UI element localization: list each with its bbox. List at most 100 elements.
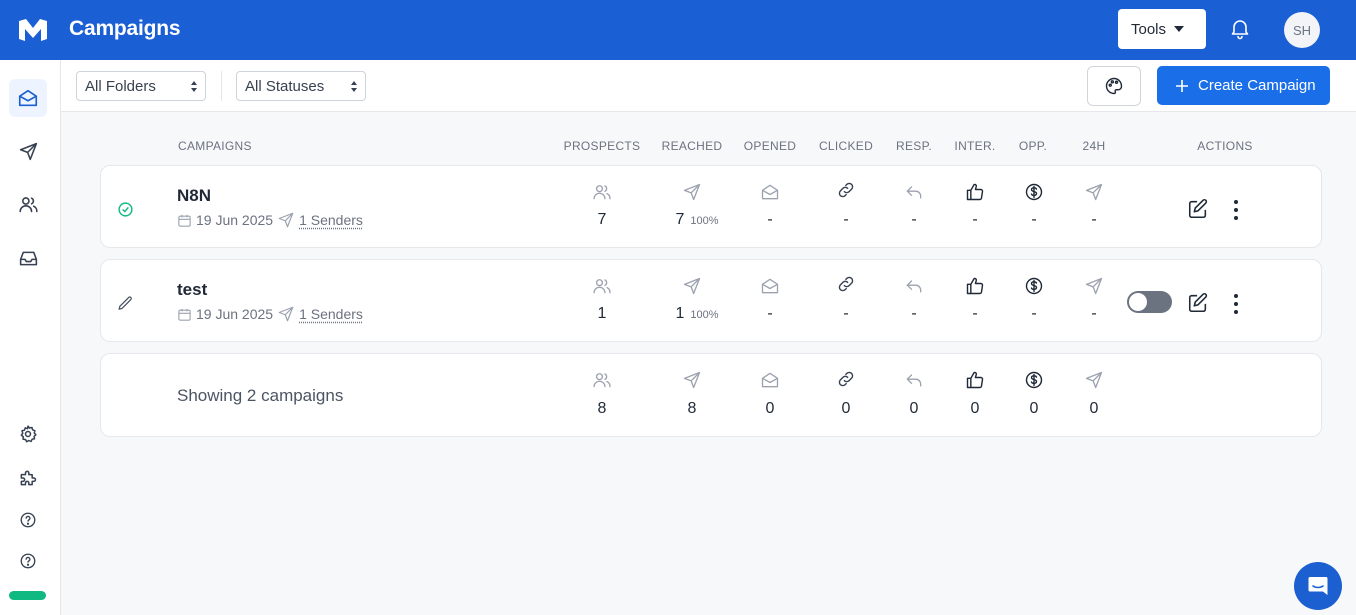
more-options-icon[interactable] — [1233, 200, 1239, 220]
sidebar-item-sequences[interactable] — [9, 132, 47, 170]
send-icon — [1085, 277, 1103, 295]
calendar-icon — [178, 214, 191, 227]
dollar-circle-icon — [1025, 183, 1043, 201]
campaign-date: 19 Jun 2025 — [196, 212, 274, 228]
opportunities-count: - — [1031, 211, 1037, 228]
interested-count: - — [972, 305, 978, 322]
campaign-row[interactable]: N8N 19 Jun 2025 1 Senders 7 7 100% - - - … — [100, 165, 1322, 248]
campaign-name[interactable]: N8N — [177, 186, 211, 206]
sidebar-item-inbox[interactable] — [9, 239, 47, 277]
total-clicked: 0 — [841, 400, 851, 417]
edit-icon[interactable] — [1187, 198, 1209, 220]
sidebar — [0, 60, 61, 615]
col-opened[interactable]: OPENED — [744, 139, 796, 153]
col-24h[interactable]: 24H — [1083, 139, 1106, 153]
dollar-circle-icon — [1025, 371, 1043, 389]
campaign-toggle[interactable] — [1127, 291, 1172, 313]
pencil-icon — [118, 296, 132, 310]
bell-icon[interactable] — [1228, 16, 1252, 40]
prospects-count: 7 — [597, 211, 607, 228]
send-icon — [1085, 183, 1103, 201]
col-reached[interactable]: REACHED — [662, 139, 723, 153]
top-bar: Campaigns Tools SH — [0, 0, 1356, 60]
status-indicator[interactable] — [9, 591, 46, 600]
check-circle-icon — [118, 202, 133, 217]
send-icon — [19, 142, 37, 160]
prospects-count: 1 — [597, 305, 607, 322]
plus-icon — [1176, 79, 1188, 92]
last-24h-count: - — [1091, 305, 1097, 322]
send-icon — [278, 212, 294, 228]
sidebar-item-help[interactable] — [9, 501, 47, 539]
folder-select-value: All Folders — [85, 77, 156, 95]
folder-select[interactable]: All Folders — [76, 71, 206, 101]
chat-launcher-button[interactable] — [1294, 562, 1342, 610]
create-campaign-button[interactable]: Create Campaign — [1157, 66, 1330, 105]
col-opp[interactable]: OPP. — [1019, 139, 1047, 153]
responded-count: - — [911, 305, 917, 322]
support-icon — [20, 553, 36, 569]
tools-dropdown-button[interactable]: Tools — [1118, 9, 1206, 49]
opened-count: - — [767, 305, 773, 322]
sidebar-item-integrations[interactable] — [9, 459, 47, 497]
envelope-open-icon — [761, 184, 779, 200]
senders-link[interactable]: 1 Senders — [299, 212, 363, 228]
send-icon — [278, 306, 294, 322]
tools-label: Tools — [1131, 20, 1167, 38]
senders-link[interactable]: 1 Senders — [299, 306, 363, 322]
col-actions: ACTIONS — [1197, 139, 1253, 153]
select-arrows-icon — [351, 81, 357, 92]
envelope-open-icon — [761, 372, 779, 388]
summary-row: Showing 2 campaigns 8 8 0 0 0 0 0 0 — [100, 353, 1322, 437]
palette-icon — [1105, 77, 1123, 95]
inbox-icon — [19, 251, 37, 265]
campaign-meta: 19 Jun 2025 1 Senders — [177, 211, 363, 229]
reached-value: 1 — [675, 305, 685, 322]
page-title: Campaigns — [69, 17, 181, 40]
filter-bar: All Folders All Statuses Create Campaign — [61, 60, 1356, 112]
users-icon — [593, 373, 611, 388]
sidebar-item-support[interactable] — [9, 542, 47, 580]
help-icon — [20, 512, 36, 528]
campaign-name[interactable]: test — [177, 280, 207, 300]
clicked-count: - — [843, 305, 849, 322]
col-prospects[interactable]: PROSPECTS — [564, 139, 641, 153]
interested-count: - — [972, 211, 978, 228]
thumbs-up-icon — [966, 183, 984, 201]
status-select[interactable]: All Statuses — [236, 71, 366, 101]
more-options-icon[interactable] — [1233, 294, 1239, 314]
total-responded: 0 — [909, 400, 919, 417]
col-clicked[interactable]: CLICKED — [819, 139, 873, 153]
chat-icon — [1308, 577, 1328, 595]
link-icon — [838, 371, 854, 387]
envelope-open-icon — [761, 278, 779, 294]
col-campaigns: CAMPAIGNS — [178, 139, 252, 153]
theme-button[interactable] — [1087, 66, 1141, 106]
summary-label: Showing 2 campaigns — [177, 386, 344, 405]
status-select-value: All Statuses — [245, 77, 325, 95]
campaign-meta: 19 Jun 2025 1 Senders — [177, 305, 363, 323]
sidebar-item-prospects[interactable] — [9, 185, 47, 223]
dollar-circle-icon — [1025, 277, 1043, 295]
send-icon — [683, 277, 701, 295]
thumbs-up-icon — [966, 277, 984, 295]
campaign-date: 19 Jun 2025 — [196, 306, 274, 322]
campaign-row[interactable]: test 19 Jun 2025 1 Senders 1 1 100% - - -… — [100, 259, 1322, 342]
users-icon — [593, 279, 611, 294]
total-prospects: 8 — [597, 400, 607, 417]
clicked-count: - — [843, 211, 849, 228]
reply-icon — [906, 280, 922, 293]
edit-icon[interactable] — [1187, 292, 1209, 314]
avatar[interactable]: SH — [1284, 12, 1320, 48]
reached-count: 7 100% — [675, 211, 718, 229]
campaigns-icon — [18, 89, 38, 107]
total-24h: 0 — [1089, 400, 1099, 417]
integrations-icon — [20, 470, 37, 486]
sidebar-item-campaigns[interactable] — [9, 79, 47, 117]
col-inter[interactable]: INTER. — [954, 139, 995, 153]
col-resp[interactable]: RESP. — [896, 139, 932, 153]
logo-icon[interactable] — [17, 17, 49, 43]
total-opened: 0 — [765, 400, 775, 417]
users-icon — [593, 185, 611, 200]
sidebar-item-settings[interactable] — [9, 415, 47, 453]
